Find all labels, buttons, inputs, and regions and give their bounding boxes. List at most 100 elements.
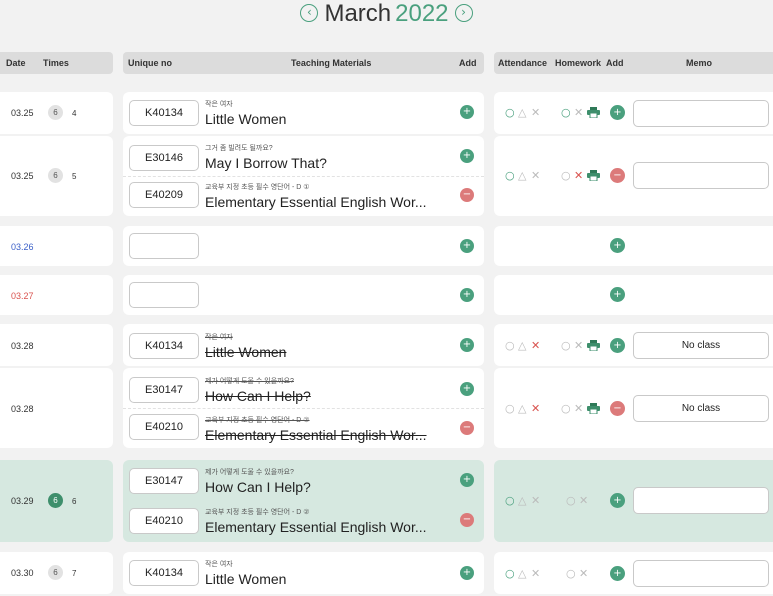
material-code-input[interactable]: [129, 233, 199, 259]
month-label: March: [324, 0, 392, 27]
attendance-x-icon[interactable]: ✕: [531, 340, 540, 352]
remove-material-icon[interactable]: −: [460, 513, 474, 527]
material-code-input[interactable]: [129, 282, 199, 308]
add-material-icon[interactable]: +: [460, 338, 474, 352]
attendance-o-icon[interactable]: ○: [505, 403, 515, 415]
remove-homework-icon[interactable]: −: [610, 168, 625, 183]
remove-homework-icon[interactable]: −: [610, 401, 625, 416]
add-material-icon[interactable]: +: [460, 566, 474, 580]
printer-icon[interactable]: [587, 340, 600, 351]
times-badge: 6: [48, 105, 63, 120]
memo-input[interactable]: [633, 162, 769, 189]
add-material-icon[interactable]: +: [460, 105, 474, 119]
homework-o-icon[interactable]: ○: [566, 568, 576, 580]
printer-icon[interactable]: [587, 170, 600, 181]
next-month-icon[interactable]: ›: [454, 4, 473, 22]
add-homework-icon[interactable]: +: [610, 287, 625, 302]
add-homework-icon[interactable]: +: [610, 105, 625, 120]
material-title: Little Women: [205, 344, 287, 360]
header-homework: Homework: [555, 58, 602, 68]
homework-o-icon[interactable]: ○: [561, 170, 571, 182]
material-code[interactable]: E30147: [129, 468, 199, 494]
add-material-icon[interactable]: +: [460, 149, 474, 163]
homework-x-icon[interactable]: ✕: [574, 403, 583, 415]
homework-o-icon[interactable]: ○: [561, 107, 571, 119]
homework-x-icon[interactable]: ✕: [579, 495, 588, 507]
header-attendance-memo: Attendance Homework Add Memo: [494, 52, 773, 74]
row-materials-cell: E30147 제가 어떻게 도울 수 있을까요? How Can I Help?…: [123, 460, 484, 542]
attendance-o-icon[interactable]: ○: [505, 107, 515, 119]
row-date-cell: 03.25 6 5: [0, 136, 113, 216]
homework-o-icon[interactable]: ○: [566, 495, 576, 507]
material-code[interactable]: E40210: [129, 414, 199, 440]
row-date: 03.27: [11, 291, 34, 301]
attendance-triangle-icon[interactable]: △: [518, 495, 526, 507]
homework-o-icon[interactable]: ○: [561, 340, 571, 352]
material-title: How Can I Help?: [205, 388, 311, 404]
attendance-o-icon[interactable]: ○: [505, 568, 515, 580]
add-material-icon[interactable]: +: [460, 288, 474, 302]
homework-x-icon[interactable]: ✕: [574, 107, 583, 119]
attendance-x-icon[interactable]: ✕: [531, 107, 540, 119]
times-count: 6: [72, 497, 77, 506]
material-title: How Can I Help?: [205, 479, 311, 495]
memo-input[interactable]: No class: [633, 395, 769, 422]
material-title: Little Women: [205, 571, 287, 587]
homework-x-icon[interactable]: ✕: [579, 568, 588, 580]
attendance-triangle-icon[interactable]: △: [518, 568, 526, 580]
times-count: 5: [72, 172, 77, 181]
row-date: 03.30: [11, 568, 34, 578]
times-count: 4: [72, 109, 77, 118]
homework-x-icon[interactable]: ✕: [574, 170, 583, 182]
attendance-triangle-icon[interactable]: △: [518, 170, 526, 182]
attendance-triangle-icon[interactable]: △: [518, 107, 526, 119]
add-material-icon[interactable]: +: [460, 382, 474, 396]
printer-icon[interactable]: [587, 403, 600, 414]
attendance-x-icon[interactable]: ✕: [531, 568, 540, 580]
row-date-cell: 03.25 6 4: [0, 92, 113, 134]
attendance-o-icon[interactable]: ○: [505, 340, 515, 352]
material-code[interactable]: E40210: [129, 508, 199, 534]
add-material-icon[interactable]: +: [460, 239, 474, 253]
header-add-homework: Add: [606, 58, 624, 68]
row-attendance-cell: ○ △ ✕ ○ ✕ −: [494, 136, 773, 216]
memo-input[interactable]: [633, 100, 769, 127]
material-code[interactable]: E40209: [129, 182, 199, 208]
row-date: 03.28: [11, 404, 34, 414]
row-materials-cell: +: [123, 275, 484, 315]
material-code[interactable]: K40134: [129, 560, 199, 586]
add-homework-icon[interactable]: +: [610, 238, 625, 253]
remove-material-icon[interactable]: −: [460, 188, 474, 202]
times-badge: 6: [48, 168, 63, 183]
row-date-cell: 03.30 6 7: [0, 552, 113, 594]
attendance-x-icon[interactable]: ✕: [531, 170, 540, 182]
add-homework-icon[interactable]: +: [610, 566, 625, 581]
memo-input[interactable]: No class: [633, 332, 769, 359]
row-date-cell: 03.28: [0, 368, 113, 448]
homework-o-icon[interactable]: ○: [561, 403, 571, 415]
material-code[interactable]: K40134: [129, 100, 199, 126]
row-date: 03.29: [11, 496, 34, 506]
printer-icon[interactable]: [587, 107, 600, 118]
row-materials-cell: K40134 작은 여자 Little Women +: [123, 552, 484, 594]
prev-month-icon[interactable]: ‹: [300, 4, 319, 22]
row-attendance-cell: ○ △ ✕ ○ ✕ +: [494, 460, 773, 542]
material-title: Elementary Essential English Wor...: [205, 427, 427, 443]
add-material-icon[interactable]: +: [460, 473, 474, 487]
attendance-o-icon[interactable]: ○: [505, 170, 515, 182]
memo-input[interactable]: [633, 560, 769, 587]
memo-input[interactable]: [633, 487, 769, 514]
add-homework-icon[interactable]: +: [610, 338, 625, 353]
material-code[interactable]: E30146: [129, 145, 199, 171]
row-attendance-cell: ○ △ ✕ ○ ✕ +: [494, 552, 773, 594]
attendance-triangle-icon[interactable]: △: [518, 403, 526, 415]
remove-material-icon[interactable]: −: [460, 421, 474, 435]
material-code[interactable]: K40134: [129, 333, 199, 359]
homework-x-icon[interactable]: ✕: [574, 340, 583, 352]
attendance-x-icon[interactable]: ✕: [531, 495, 540, 507]
add-homework-icon[interactable]: +: [610, 493, 625, 508]
attendance-x-icon[interactable]: ✕: [531, 403, 540, 415]
attendance-o-icon[interactable]: ○: [505, 495, 515, 507]
attendance-triangle-icon[interactable]: △: [518, 340, 526, 352]
material-code[interactable]: E30147: [129, 377, 199, 403]
